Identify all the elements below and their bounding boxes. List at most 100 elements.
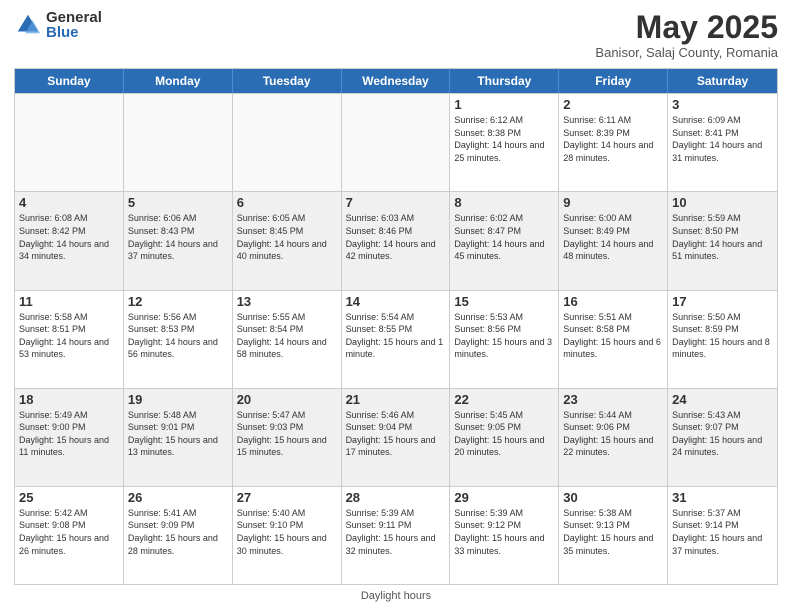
day-number: 27: [237, 490, 337, 505]
calendar-header: SundayMondayTuesdayWednesdayThursdayFrid…: [15, 69, 777, 93]
cal-cell-4-3: 28 Sunrise: 5:39 AM Sunset: 9:11 PM Dayli…: [342, 487, 451, 584]
day-number: 23: [563, 392, 663, 407]
day-number: 5: [128, 195, 228, 210]
footer-note: Daylight hours: [14, 590, 778, 602]
cal-row-4: 25 Sunrise: 5:42 AM Sunset: 9:08 PM Dayli…: [15, 486, 777, 584]
day-number: 25: [19, 490, 119, 505]
day-number: 30: [563, 490, 663, 505]
day-number: 9: [563, 195, 663, 210]
cell-info: Sunrise: 5:40 AM Sunset: 9:10 PM Dayligh…: [237, 507, 337, 557]
day-number: 7: [346, 195, 446, 210]
cell-info: Sunrise: 6:09 AM Sunset: 8:41 PM Dayligh…: [672, 114, 773, 164]
cal-cell-2-3: 14Sunrise: 5:54 AM Sunset: 8:55 PM Dayli…: [342, 291, 451, 388]
cal-cell-2-5: 16Sunrise: 5:51 AM Sunset: 8:58 PM Dayli…: [559, 291, 668, 388]
cal-cell-2-6: 17Sunrise: 5:50 AM Sunset: 8:59 PM Dayli…: [668, 291, 777, 388]
header: General Blue May 2025 Banisor, Salaj Cou…: [14, 10, 778, 60]
day-number: 10: [672, 195, 773, 210]
cal-cell-2-4: 15 Sunrise: 5:53 AM Sunset: 8:56 PM Dayli…: [450, 291, 559, 388]
cell-info: Sunrise: 5:39 AM Sunset: 9:11 PM Dayligh…: [346, 507, 446, 557]
cal-header-cell-thursday: Thursday: [450, 69, 559, 93]
day-number: 18: [19, 392, 119, 407]
cell-info: Sunrise: 5:43 AM Sunset: 9:07 PM Dayligh…: [672, 409, 773, 459]
cell-info: Sunrise: 5:58 AM Sunset: 8:51 PM Dayligh…: [19, 311, 119, 361]
page: General Blue May 2025 Banisor, Salaj Cou…: [0, 0, 792, 612]
cal-cell-1-4: 8 Sunrise: 6:02 AM Sunset: 8:47 PM Daylig…: [450, 192, 559, 289]
logo-text: General Blue: [46, 10, 102, 40]
cell-info: Sunrise: 5:39 AM Sunset: 9:12 PM Dayligh…: [454, 507, 554, 557]
cell-info: Sunrise: 6:02 AM Sunset: 8:47 PM Dayligh…: [454, 212, 554, 262]
cell-info: Sunrise: 6:03 AM Sunset: 8:46 PM Dayligh…: [346, 212, 446, 262]
cal-row-2: 11Sunrise: 5:58 AM Sunset: 8:51 PM Dayli…: [15, 290, 777, 388]
day-number: 22: [454, 392, 554, 407]
day-number: 13: [237, 294, 337, 309]
location: Banisor, Salaj County, Romania: [595, 45, 778, 60]
logo: General Blue: [14, 10, 102, 40]
cell-info: Sunrise: 6:00 AM Sunset: 8:49 PM Dayligh…: [563, 212, 663, 262]
cal-cell-2-2: 13 Sunrise: 5:55 AM Sunset: 8:54 PM Dayli…: [233, 291, 342, 388]
month-title: May 2025: [595, 10, 778, 45]
cell-info: Sunrise: 5:47 AM Sunset: 9:03 PM Dayligh…: [237, 409, 337, 459]
day-number: 24: [672, 392, 773, 407]
cell-info: Sunrise: 5:41 AM Sunset: 9:09 PM Dayligh…: [128, 507, 228, 557]
daylight-label: Daylight hours: [361, 590, 431, 602]
cell-info: Sunrise: 6:12 AM Sunset: 8:38 PM Dayligh…: [454, 114, 554, 164]
cell-info: Sunrise: 6:06 AM Sunset: 8:43 PM Dayligh…: [128, 212, 228, 262]
day-number: 26: [128, 490, 228, 505]
title-area: May 2025 Banisor, Salaj County, Romania: [595, 10, 778, 60]
day-number: 28: [346, 490, 446, 505]
cal-cell-4-6: 31Sunrise: 5:37 AM Sunset: 9:14 PM Dayli…: [668, 487, 777, 584]
cal-cell-2-0: 11Sunrise: 5:58 AM Sunset: 8:51 PM Dayli…: [15, 291, 124, 388]
cal-cell-0-3: [342, 94, 451, 191]
cell-info: Sunrise: 5:48 AM Sunset: 9:01 PM Dayligh…: [128, 409, 228, 459]
cell-info: Sunrise: 5:44 AM Sunset: 9:06 PM Dayligh…: [563, 409, 663, 459]
cell-info: Sunrise: 6:08 AM Sunset: 8:42 PM Dayligh…: [19, 212, 119, 262]
cal-cell-0-1: [124, 94, 233, 191]
cal-cell-1-5: 9 Sunrise: 6:00 AM Sunset: 8:49 PM Daylig…: [559, 192, 668, 289]
cal-cell-1-3: 7 Sunrise: 6:03 AM Sunset: 8:46 PM Daylig…: [342, 192, 451, 289]
cell-info: Sunrise: 6:11 AM Sunset: 8:39 PM Dayligh…: [563, 114, 663, 164]
cell-info: Sunrise: 5:46 AM Sunset: 9:04 PM Dayligh…: [346, 409, 446, 459]
cal-cell-3-1: 19 Sunrise: 5:48 AM Sunset: 9:01 PM Dayli…: [124, 389, 233, 486]
cal-cell-3-2: 20 Sunrise: 5:47 AM Sunset: 9:03 PM Dayli…: [233, 389, 342, 486]
logo-general-text: General: [46, 10, 102, 25]
cal-cell-3-3: 21 Sunrise: 5:46 AM Sunset: 9:04 PM Dayli…: [342, 389, 451, 486]
cal-cell-0-2: [233, 94, 342, 191]
day-number: 21: [346, 392, 446, 407]
day-number: 1: [454, 97, 554, 112]
cell-info: Sunrise: 5:45 AM Sunset: 9:05 PM Dayligh…: [454, 409, 554, 459]
cal-cell-2-1: 12Sunrise: 5:56 AM Sunset: 8:53 PM Dayli…: [124, 291, 233, 388]
cell-info: Sunrise: 6:05 AM Sunset: 8:45 PM Dayligh…: [237, 212, 337, 262]
cal-cell-4-1: 26 Sunrise: 5:41 AM Sunset: 9:09 PM Dayli…: [124, 487, 233, 584]
cell-info: Sunrise: 5:59 AM Sunset: 8:50 PM Dayligh…: [672, 212, 773, 262]
cell-info: Sunrise: 5:55 AM Sunset: 8:54 PM Dayligh…: [237, 311, 337, 361]
day-number: 3: [672, 97, 773, 112]
cal-header-cell-friday: Friday: [559, 69, 668, 93]
cal-cell-4-5: 30Sunrise: 5:38 AM Sunset: 9:13 PM Dayli…: [559, 487, 668, 584]
calendar-body: 1 Sunrise: 6:12 AM Sunset: 8:38 PM Daylig…: [15, 93, 777, 584]
cal-header-cell-monday: Monday: [124, 69, 233, 93]
day-number: 20: [237, 392, 337, 407]
cal-cell-4-0: 25 Sunrise: 5:42 AM Sunset: 9:08 PM Dayli…: [15, 487, 124, 584]
day-number: 12: [128, 294, 228, 309]
cal-header-cell-tuesday: Tuesday: [233, 69, 342, 93]
cal-cell-0-4: 1 Sunrise: 6:12 AM Sunset: 8:38 PM Daylig…: [450, 94, 559, 191]
day-number: 8: [454, 195, 554, 210]
day-number: 15: [454, 294, 554, 309]
cal-cell-1-6: 10 Sunrise: 5:59 AM Sunset: 8:50 PM Dayli…: [668, 192, 777, 289]
cell-info: Sunrise: 5:51 AM Sunset: 8:58 PM Dayligh…: [563, 311, 663, 361]
calendar: SundayMondayTuesdayWednesdayThursdayFrid…: [14, 68, 778, 585]
cal-cell-4-4: 29Sunrise: 5:39 AM Sunset: 9:12 PM Dayli…: [450, 487, 559, 584]
cal-cell-3-0: 18Sunrise: 5:49 AM Sunset: 9:00 PM Dayli…: [15, 389, 124, 486]
cell-info: Sunrise: 5:37 AM Sunset: 9:14 PM Dayligh…: [672, 507, 773, 557]
cell-info: Sunrise: 5:42 AM Sunset: 9:08 PM Dayligh…: [19, 507, 119, 557]
cal-cell-3-4: 22 Sunrise: 5:45 AM Sunset: 9:05 PM Dayli…: [450, 389, 559, 486]
cal-header-cell-saturday: Saturday: [668, 69, 777, 93]
logo-icon: [14, 11, 42, 39]
cal-cell-1-1: 5 Sunrise: 6:06 AM Sunset: 8:43 PM Daylig…: [124, 192, 233, 289]
day-number: 14: [346, 294, 446, 309]
day-number: 19: [128, 392, 228, 407]
day-number: 2: [563, 97, 663, 112]
cell-info: Sunrise: 5:53 AM Sunset: 8:56 PM Dayligh…: [454, 311, 554, 361]
day-number: 17: [672, 294, 773, 309]
cal-cell-3-5: 23 Sunrise: 5:44 AM Sunset: 9:06 PM Dayli…: [559, 389, 668, 486]
